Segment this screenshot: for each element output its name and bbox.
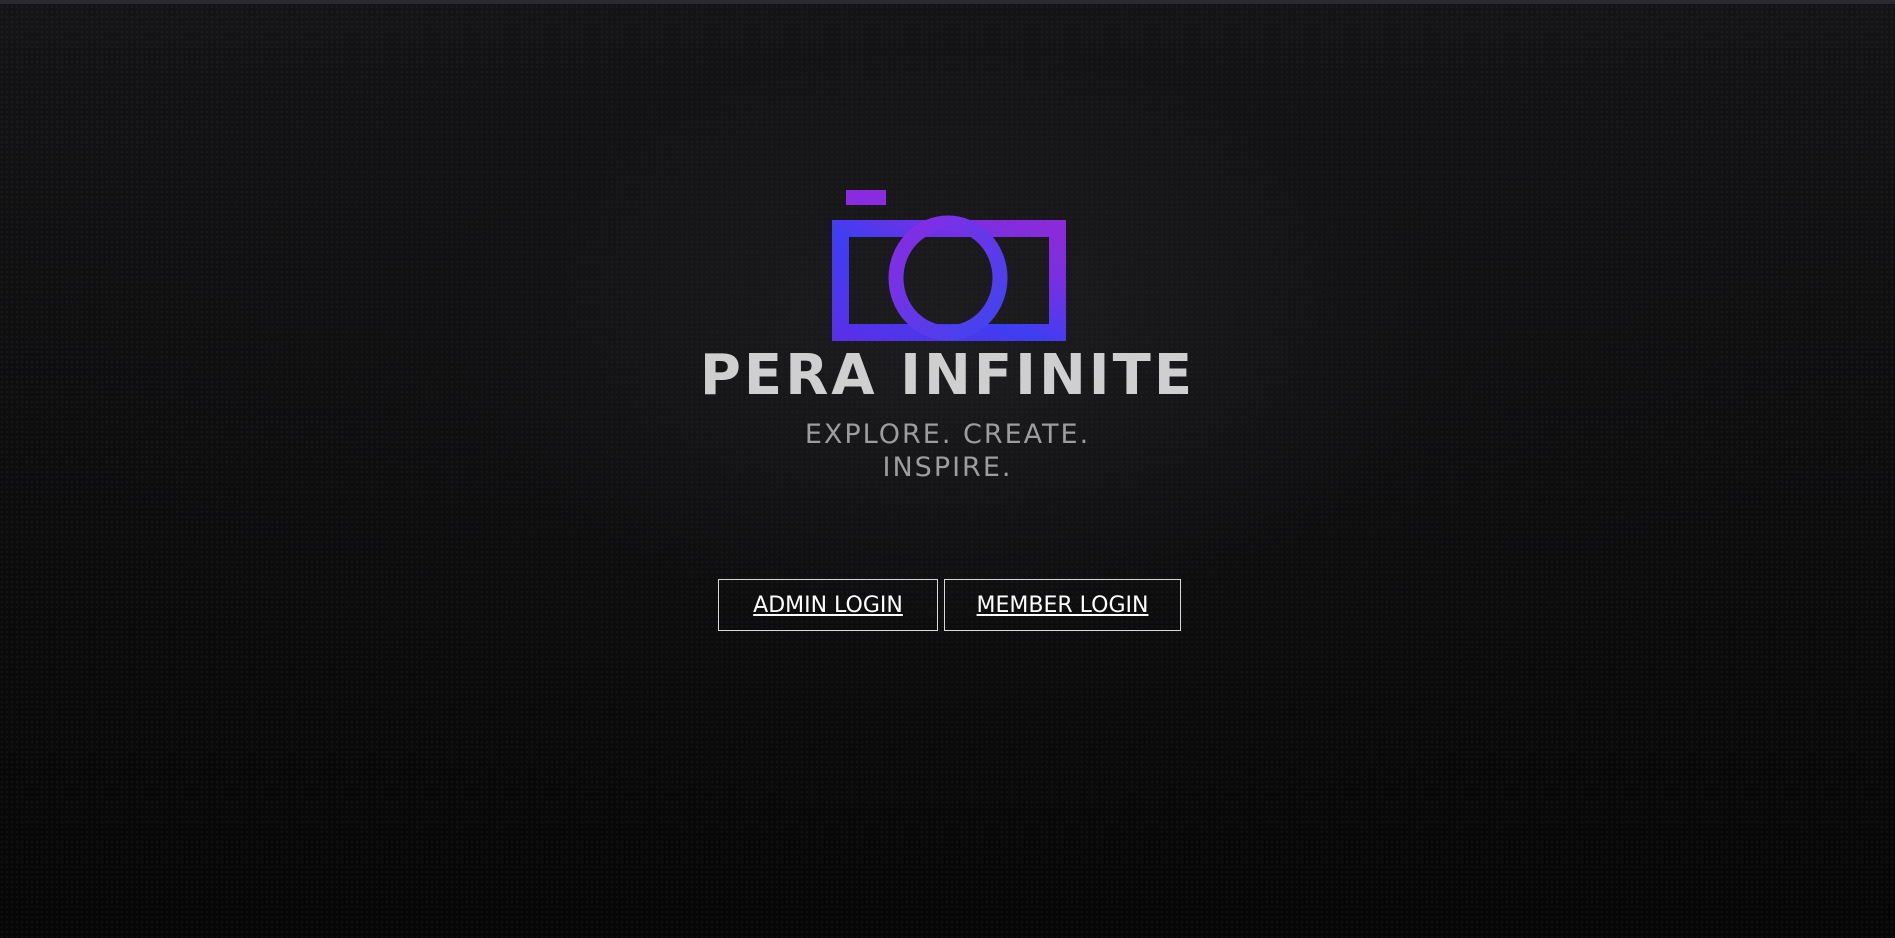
camera-icon <box>831 190 1066 341</box>
login-actions: ADMIN LOGIN MEMBER LOGIN <box>718 579 1181 633</box>
brand-name: PERA INFINITE <box>699 343 1196 408</box>
brand-header: PERA INFINITE EXPLORE. CREATE. INSPIRE. <box>0 186 1895 484</box>
admin-login-button[interactable]: ADMIN LOGIN <box>718 579 938 631</box>
top-border <box>0 0 1895 4</box>
member-login-button[interactable]: MEMBER LOGIN <box>944 579 1181 631</box>
brand-tagline: EXPLORE. CREATE. INSPIRE. <box>804 419 1091 483</box>
